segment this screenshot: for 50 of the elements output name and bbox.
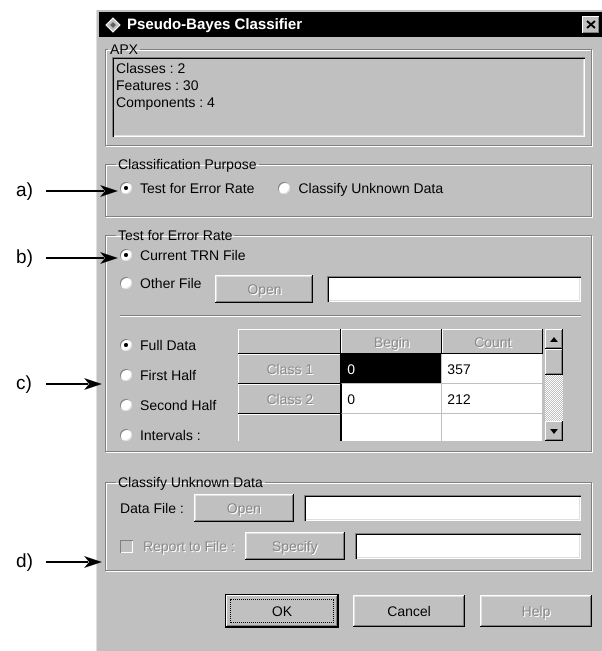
annotation-label: c)	[16, 373, 33, 395]
grid-cell[interactable]: 0	[341, 354, 442, 384]
info-line: Components : 4	[116, 94, 216, 111]
data-file-field[interactable]	[304, 495, 581, 521]
group-title: Classify Unknown Data	[117, 474, 264, 490]
up-arrow-icon	[550, 336, 558, 342]
row-header: Class 1	[238, 354, 342, 384]
annotation-label: a)	[16, 180, 34, 202]
radio-option[interactable]: Current TRN File	[120, 247, 246, 263]
scroll-up-button[interactable]	[545, 329, 564, 349]
radio-option[interactable]: Test for Error Rate	[120, 180, 254, 196]
scroll-thumb[interactable]	[545, 349, 564, 375]
scroll-down-button[interactable]	[545, 421, 564, 441]
window-title: Pseudo-Bayes Classifier	[127, 16, 304, 33]
close-icon	[586, 20, 596, 29]
arrow-icon	[46, 252, 118, 264]
grid-cell[interactable]	[442, 414, 544, 441]
radio-option[interactable]: First Half	[120, 367, 196, 383]
arrow-icon	[46, 556, 102, 568]
field-label: Data File :	[120, 500, 184, 516]
report-file-field[interactable]	[354, 533, 581, 559]
info-line: Classes : 2	[116, 60, 186, 77]
grid-cell[interactable]: 212	[442, 384, 544, 414]
app-icon	[105, 16, 121, 32]
info-line: Features : 30	[116, 77, 200, 94]
grid-cell[interactable]	[341, 414, 442, 441]
radio-option[interactable]: Second Half	[120, 397, 216, 413]
group-title: APX	[109, 41, 140, 57]
radio-option[interactable]: Full Data	[120, 337, 196, 353]
arrow-icon	[46, 185, 118, 197]
group-title: Test for Error Rate	[117, 227, 234, 243]
dialog-button[interactable]: Cancel	[353, 595, 465, 627]
group-title: Classification Purpose	[117, 156, 258, 172]
radio-option[interactable]: Other File	[120, 275, 202, 291]
close-button[interactable]	[582, 16, 600, 34]
scrollbar[interactable]	[545, 329, 564, 441]
dialog-button[interactable]: OK	[226, 595, 338, 627]
grid-cell[interactable]: 357	[442, 354, 544, 384]
down-arrow-icon	[550, 428, 558, 434]
checkbox-label: Report to File :	[143, 538, 235, 554]
column-header: Count	[442, 329, 544, 354]
column-header: Begin	[341, 329, 442, 354]
annotation-label: d)	[16, 551, 34, 573]
file-field[interactable]	[327, 276, 581, 302]
radio-option[interactable]: Intervals :	[120, 427, 201, 443]
annotation-label: b)	[16, 247, 34, 269]
grid-cell[interactable]: 0	[341, 384, 442, 414]
arrow-icon	[46, 378, 102, 390]
row-header: Class 2	[238, 384, 342, 414]
radio-option[interactable]: Classify Unknown Data	[278, 180, 444, 196]
